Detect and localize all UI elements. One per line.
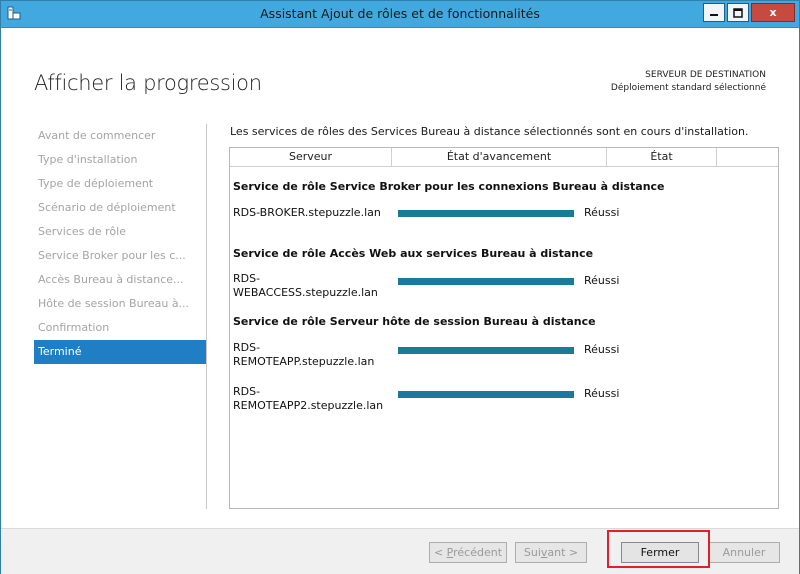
column-header-progress[interactable]: État d'avancement (392, 148, 607, 166)
status-text: Réussi (584, 343, 620, 356)
minimize-icon (710, 13, 718, 16)
group-title-session-host: Service de rôle Serveur hôte de session … (233, 315, 596, 328)
server-name: RDS- WEBACCESS.stepuzzle.lan (233, 272, 378, 299)
destination-server-info: SERVEUR DE DESTINATION Déploiement stand… (611, 69, 766, 95)
next-button[interactable]: Suivant > (515, 542, 587, 563)
column-header-status[interactable]: État (607, 148, 717, 166)
progress-bar (398, 347, 574, 354)
progress-list-panel: Serveur État d'avancement État Service d… (229, 147, 779, 509)
status-text: Réussi (584, 274, 620, 287)
close-button-highlight (607, 530, 710, 568)
column-header-server[interactable]: Serveur (230, 148, 392, 166)
nav-step-session-host: Hôte de session Bureau à... (38, 297, 190, 310)
next-prefix: Sui (523, 546, 541, 559)
nav-step-deployment-type: Type de déploiement (38, 177, 154, 190)
minimize-button[interactable] (703, 3, 725, 22)
previous-prefix: < (433, 546, 447, 559)
nav-step-completed[interactable]: Terminé (34, 340, 206, 364)
progress-bar (398, 210, 574, 217)
server-name: RDS-BROKER.stepuzzle.lan (233, 206, 381, 219)
column-headers: Serveur État d'avancement État (230, 148, 778, 167)
destination-value: Déploiement standard sélectionné (610, 83, 766, 93)
progress-bar-fill (398, 347, 574, 354)
close-icon: x (769, 6, 777, 19)
nav-divider (206, 124, 207, 509)
nav-step-deployment-scenario: Scénario de déploiement (38, 201, 176, 214)
cancel-button[interactable]: Annuler (708, 542, 780, 563)
nav-step-web-access: Accès Bureau à distance... (38, 273, 184, 286)
group-title-web-access: Service de rôle Accès Web aux services B… (233, 247, 594, 260)
status-text: Réussi (584, 387, 620, 400)
title-bar[interactable]: Assistant Ajout de rôles et de fonctionn… (1, 1, 799, 28)
wizard-step-nav: Avant de commencer Type d'installation T… (34, 124, 206, 364)
nav-step-before-you-begin: Avant de commencer (38, 129, 156, 142)
maximize-button[interactable] (727, 3, 749, 22)
close-window-button[interactable]: x (751, 3, 795, 22)
progress-bar-fill (398, 278, 574, 285)
page-title: Afficher la progression (34, 71, 262, 95)
progress-bar (398, 391, 574, 398)
progress-bar-fill (398, 210, 574, 217)
nav-step-role-services: Services de rôle (38, 225, 126, 238)
previous-rest: récédent (453, 546, 503, 559)
group-title-connection-broker: Service de rôle Service Broker pour les … (233, 180, 665, 193)
progress-intro-text: Les services de rôles des Services Burea… (230, 125, 749, 138)
previous-button[interactable]: < Précédent (429, 542, 507, 563)
window-title: Assistant Ajout de rôles et de fonctionn… (260, 6, 540, 21)
nav-step-confirmation: Confirmation (38, 321, 110, 334)
maximize-icon (733, 7, 743, 18)
column-header-empty[interactable] (717, 148, 777, 166)
server-name: RDS- REMOTEAPP2.stepuzzle.lan (233, 385, 384, 412)
server-name: RDS- REMOTEAPP.stepuzzle.lan (233, 341, 375, 368)
nav-step-connection-broker: Service Broker pour les c... (38, 249, 186, 262)
status-text: Réussi (584, 206, 620, 219)
next-rest: ant > (547, 546, 579, 559)
destination-label: SERVEUR DE DESTINATION (645, 70, 766, 80)
progress-bar-fill (398, 391, 574, 398)
nav-step-installation-type: Type d'installation (38, 153, 138, 166)
progress-bar (398, 278, 574, 285)
wizard-window: Assistant Ajout de rôles et de fonctionn… (0, 0, 800, 574)
